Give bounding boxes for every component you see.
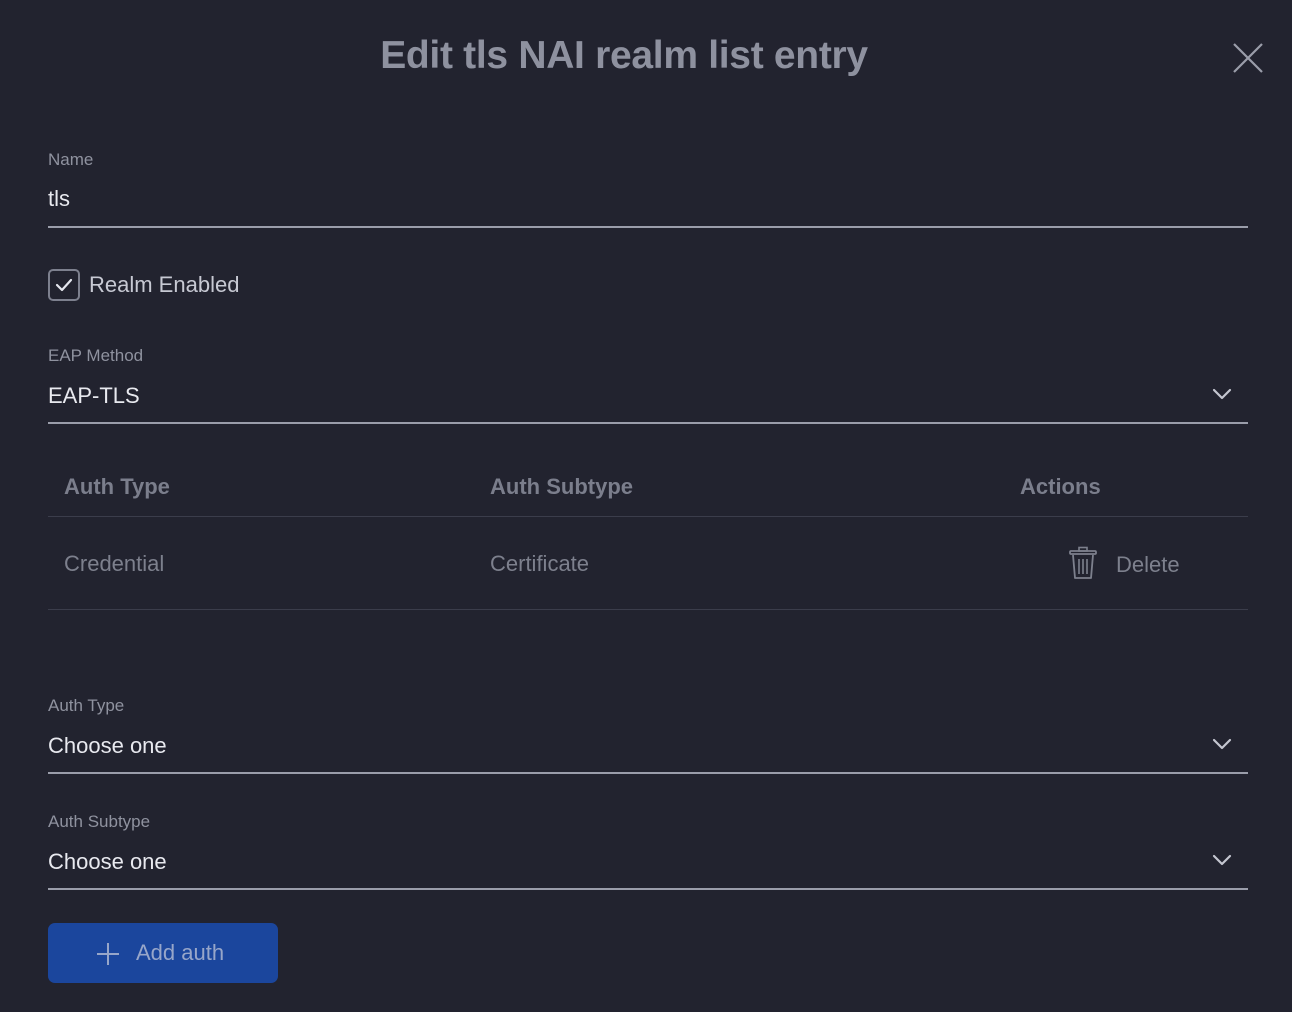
delete-button-label: Delete	[1116, 552, 1180, 577]
eap-method-label: EAP Method	[48, 346, 144, 365]
table-row-divider	[48, 609, 1248, 610]
realm-enabled-label[interactable]: Realm Enabled	[89, 272, 239, 298]
column-header-actions: Actions	[1020, 474, 1101, 499]
edit-realm-dialog: Edit tls NAI realm list entry Name tls R…	[0, 0, 1292, 1012]
eap-method-underline	[48, 422, 1248, 424]
auth-subtype-underline	[48, 888, 1248, 890]
chevron-down-icon[interactable]	[1210, 848, 1234, 872]
name-label: Name	[48, 150, 94, 169]
eap-method-select[interactable]: EAP-TLS	[48, 383, 1248, 419]
close-icon	[1233, 43, 1263, 73]
table-header-divider	[48, 516, 1248, 517]
cell-auth-type: Credential	[64, 551, 165, 576]
trash-icon	[1069, 546, 1097, 579]
add-auth-label: Add auth	[136, 940, 225, 965]
auth-type-label: Auth Type	[48, 696, 125, 715]
chevron-down-icon[interactable]	[1210, 382, 1234, 406]
auth-subtype-select[interactable]: Choose one	[48, 849, 1248, 885]
plus-icon	[97, 943, 119, 965]
add-auth-button[interactable]: Add auth	[48, 923, 278, 983]
column-header-auth-type: Auth Type	[64, 474, 170, 499]
cell-auth-subtype: Certificate	[490, 551, 590, 576]
realm-enabled-checkbox[interactable]	[48, 269, 80, 301]
auth-type-underline	[48, 772, 1248, 774]
chevron-down-icon[interactable]	[1210, 732, 1234, 756]
name-input[interactable]: tls	[48, 186, 70, 212]
auth-subtype-value: Choose one	[48, 849, 167, 874]
dialog-title: Edit tls NAI realm list entry	[380, 34, 868, 77]
close-button[interactable]	[1230, 40, 1266, 76]
auth-type-value: Choose one	[48, 733, 167, 758]
column-header-auth-subtype: Auth Subtype	[490, 474, 633, 499]
auth-type-select[interactable]: Choose one	[48, 733, 1248, 769]
name-input-underline	[48, 226, 1248, 228]
auth-subtype-label: Auth Subtype	[48, 812, 151, 831]
checkmark-icon	[55, 278, 73, 292]
delete-button[interactable]: Delete	[1068, 544, 1198, 584]
eap-method-value: EAP-TLS	[48, 383, 140, 408]
